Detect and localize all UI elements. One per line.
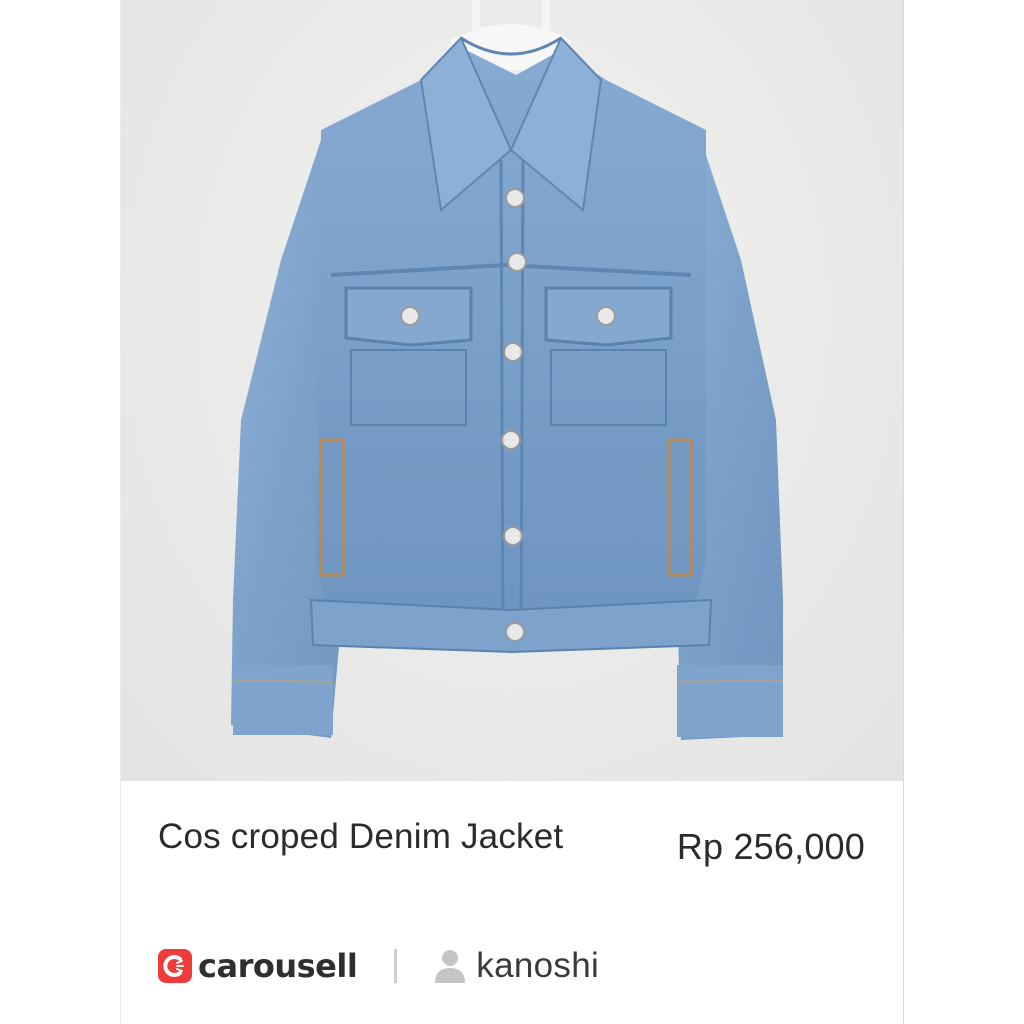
user-icon xyxy=(435,950,466,983)
seller-name[interactable]: kanoshi xyxy=(476,946,599,986)
listing-card[interactable]: Cos croped Denim Jacket Rp 256,000 carou… xyxy=(121,0,903,1024)
product-photo[interactable] xyxy=(121,0,903,781)
listing-price: Rp 256,000 xyxy=(676,826,865,867)
brand[interactable]: carousell xyxy=(158,947,358,985)
brand-name: carousell xyxy=(198,947,358,985)
footer-divider xyxy=(394,949,398,983)
carousell-logo-icon xyxy=(158,949,192,983)
listing-title[interactable]: Cos croped Denim Jacket xyxy=(158,814,598,860)
listing-footer: carousell kanoshi xyxy=(158,941,878,991)
seller[interactable]: kanoshi xyxy=(434,946,599,986)
denim-jacket-illustration xyxy=(231,0,784,740)
